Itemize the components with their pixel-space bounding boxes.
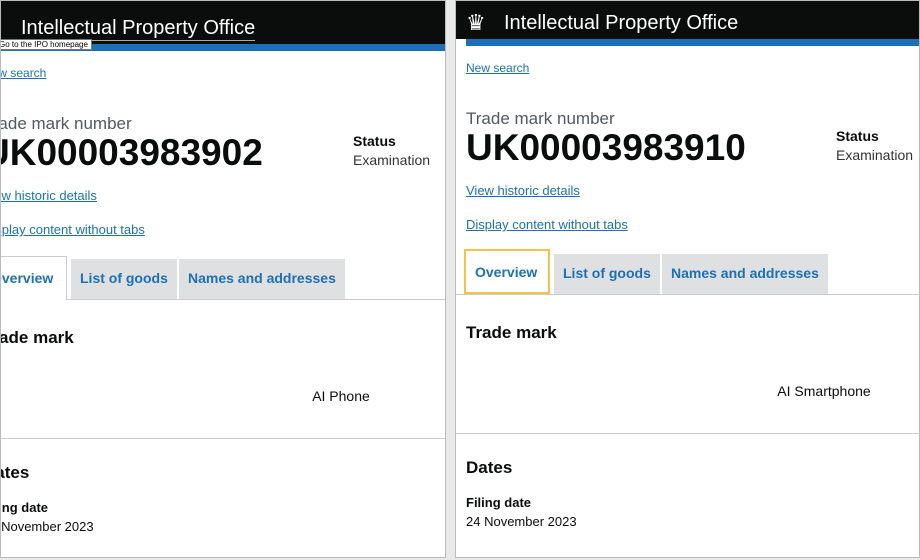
tab-names-and-addresses[interactable]: Names and addresses bbox=[662, 254, 828, 294]
view-historic-details-link[interactable]: View historic details bbox=[1, 188, 97, 203]
trade-mark-heading: Trade mark bbox=[0, 328, 74, 347]
display-without-tabs-link[interactable]: Display content without tabs bbox=[466, 217, 628, 232]
new-search-link[interactable]: New search bbox=[1, 66, 46, 80]
header-accent-bar bbox=[466, 39, 919, 46]
new-search-link[interactable]: New search bbox=[466, 61, 529, 75]
ipo-home-link[interactable]: Intellectual Property Office bbox=[504, 12, 738, 35]
trade-mark-number: UK00003983910 bbox=[466, 127, 746, 168]
section-divider bbox=[456, 433, 919, 434]
filing-date-label: Filing date bbox=[466, 495, 531, 510]
status-label: Status bbox=[836, 128, 879, 144]
homepage-tooltip: Go to the IPO homepage bbox=[1, 39, 92, 50]
trade-mark-heading: Trade mark bbox=[466, 323, 557, 342]
trade-mark-value: AI Phone bbox=[312, 388, 370, 404]
trade-mark-number-label: Trade mark number bbox=[466, 109, 615, 128]
tab-names-and-addresses[interactable]: Names and addresses bbox=[179, 259, 345, 299]
tab-list-of-goods[interactable]: List of goods bbox=[71, 259, 177, 299]
tab-overview[interactable]: Overview bbox=[1, 256, 67, 300]
status-value: Examination bbox=[353, 152, 431, 168]
tab-overview[interactable]: Overview bbox=[464, 249, 550, 294]
section-divider bbox=[1, 438, 445, 439]
tab-list-of-goods[interactable]: List of goods bbox=[554, 254, 660, 294]
page: ♛ Intellectual Property Office New searc… bbox=[0, 1, 445, 536]
dates-heading: Dates bbox=[466, 458, 513, 477]
display-without-tabs-link[interactable]: Display content without tabs bbox=[1, 222, 145, 237]
dates-heading: Dates bbox=[1, 463, 30, 482]
filing-date-label: Filing date bbox=[0, 500, 48, 515]
royal-coat-of-arms-icon[interactable]: ♛ bbox=[1, 15, 13, 41]
filing-date-value: 24 November 2023 bbox=[466, 514, 577, 529]
status-value: Examination bbox=[836, 147, 914, 163]
trade-mark-number-label: Trade mark number bbox=[0, 114, 132, 133]
status-label: Status bbox=[353, 133, 396, 149]
trade-mark-value: AI Smartphone bbox=[777, 383, 871, 399]
page: ♛ Intellectual Property Office New searc… bbox=[456, 1, 919, 531]
royal-coat-of-arms-icon[interactable]: ♛ bbox=[466, 10, 496, 36]
filing-date-value: 24 November 2023 bbox=[1, 519, 94, 534]
ipo-home-link[interactable]: Intellectual Property Office bbox=[21, 17, 256, 41]
right-screenshot-panel: ♛ Intellectual Property Office New searc… bbox=[455, 0, 920, 558]
left-screenshot-panel: ♛ Intellectual Property Office New searc… bbox=[0, 0, 446, 558]
view-historic-details-link[interactable]: View historic details bbox=[466, 183, 580, 198]
trade-mark-number: UK00003983902 bbox=[0, 132, 263, 173]
tab-divider bbox=[456, 294, 919, 295]
